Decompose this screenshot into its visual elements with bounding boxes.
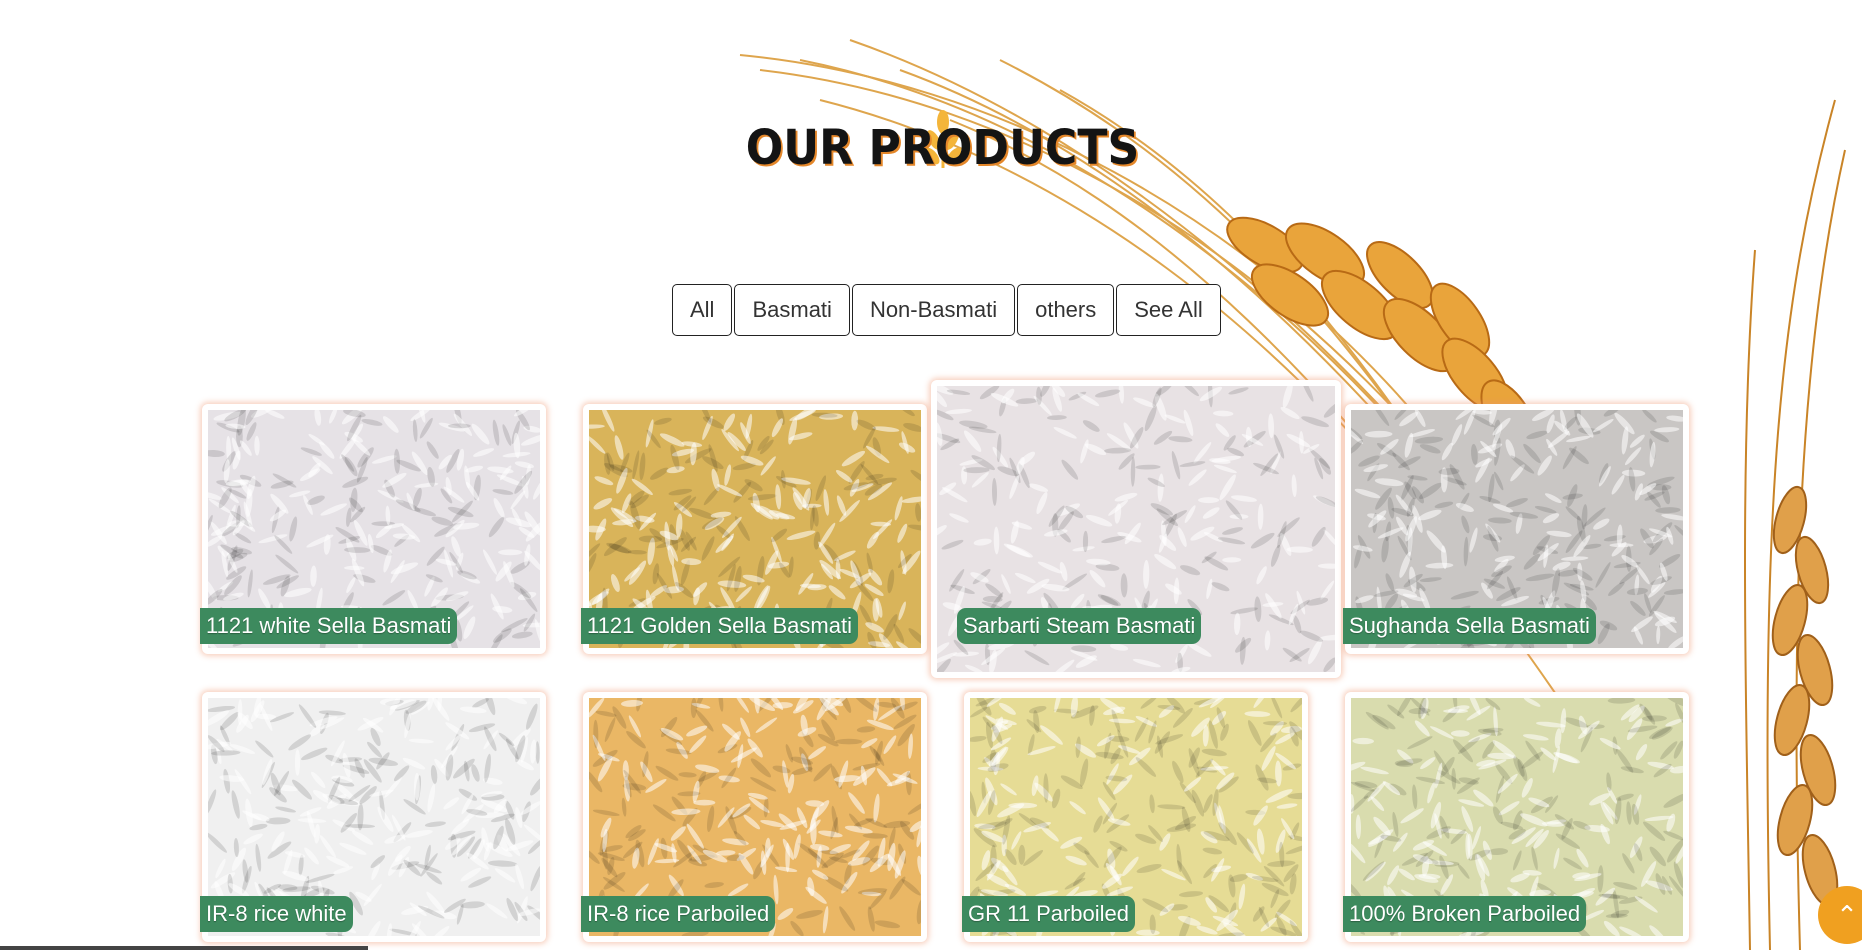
product-card[interactable]: 1121 Golden Sella Basmati xyxy=(581,404,927,654)
filter-others-button[interactable]: others xyxy=(1017,284,1115,336)
filter-basmati-button[interactable]: Basmati xyxy=(734,284,850,336)
product-card[interactable]: 1121 white Sella Basmati xyxy=(200,404,546,654)
product-card[interactable]: GR 11 Parboiled xyxy=(962,692,1308,942)
product-card[interactable]: Sughanda Sella Basmati xyxy=(1343,404,1689,654)
product-name: GR 11 Parboiled xyxy=(962,896,1136,932)
page-title: OUR PRODUCTS xyxy=(745,120,1140,176)
product-card[interactable]: 100% Broken Parboiled xyxy=(1343,692,1689,942)
product-name: Sughanda Sella Basmati xyxy=(1343,608,1596,644)
product-name: 1121 Golden Sella Basmati xyxy=(581,608,858,644)
product-filter-bar: All Basmati Non-Basmati others See All xyxy=(672,284,1221,336)
product-name: 100% Broken Parboiled xyxy=(1343,896,1587,932)
product-card[interactable]: IR-8 rice Parboiled xyxy=(581,692,927,942)
section-header: OUR PRODUCTS xyxy=(0,110,1862,176)
product-name: Sarbarti Steam Basmati xyxy=(957,608,1202,644)
filter-non-basmati-button[interactable]: Non-Basmati xyxy=(851,284,1016,336)
product-name: 1121 white Sella Basmati xyxy=(200,608,458,644)
horizontal-scrollbar[interactable] xyxy=(0,946,368,950)
product-name: IR-8 rice white xyxy=(200,896,353,932)
product-card[interactable]: IR-8 rice white xyxy=(200,692,546,942)
product-name: IR-8 rice Parboiled xyxy=(581,896,776,932)
chevron-up-icon: ⌃ xyxy=(1836,899,1858,930)
product-card[interactable]: Sarbarti Steam Basmati xyxy=(931,380,1341,678)
filter-all-button[interactable]: All xyxy=(672,284,733,336)
filter-see-all-button[interactable]: See All xyxy=(1116,284,1221,336)
